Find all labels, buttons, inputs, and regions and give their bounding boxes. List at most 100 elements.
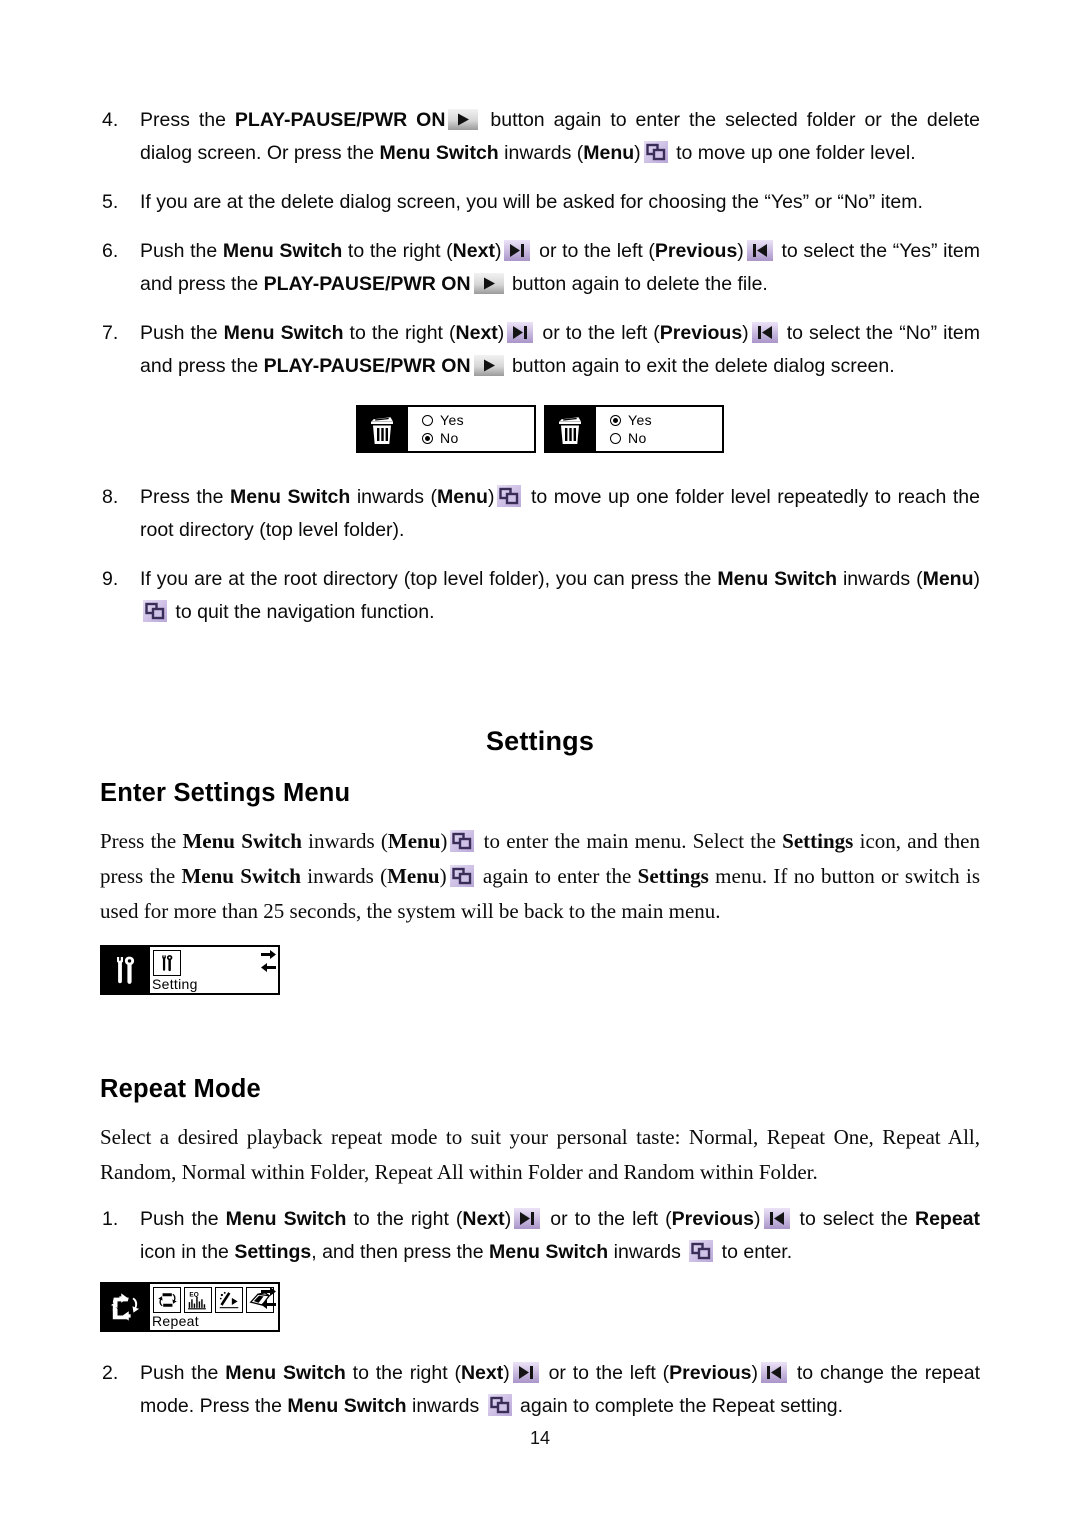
- body-text: If you are at the root directory (top le…: [140, 568, 718, 590]
- repeat-lcd-screen[interactable]: EQ Repeat: [100, 1282, 280, 1332]
- list-item-text: Push the Menu Switch to the right (Next)…: [140, 317, 980, 383]
- emphasised-text: PLAY-PAUSE/PWR ON: [263, 273, 471, 295]
- body-text: inwards (: [837, 568, 923, 590]
- emphasised-text: Menu: [437, 486, 488, 508]
- list-item-number: 8.: [102, 486, 119, 508]
- menu-switch-inwards-icon: [450, 830, 475, 852]
- option-yes[interactable]: Yes: [422, 412, 534, 429]
- settings-scroll-arrows: [261, 949, 276, 973]
- previous-skip-backward-icon: [751, 322, 778, 343]
- emphasised-text: Next: [460, 1362, 504, 1384]
- arrow-left-icon: [261, 1300, 276, 1309]
- emphasised-text: Menu Switch: [223, 322, 344, 344]
- body-text: inwards (: [498, 142, 584, 164]
- list-item-number: 4.: [102, 109, 119, 131]
- body-text: ): [503, 1362, 510, 1384]
- emphasised-text: Menu Switch: [181, 864, 301, 888]
- list-item-number: 1.: [102, 1208, 119, 1230]
- list-item-text: Push the Menu Switch to the right (Next)…: [140, 1203, 980, 1269]
- arrow-left-icon: [261, 963, 276, 972]
- menu-switch-inwards-icon: [643, 141, 668, 163]
- delete-dialog-yes-selected[interactable]: Yes No: [544, 405, 724, 453]
- page-title: Settings: [485, 726, 595, 756]
- emphasised-text: PLAY-PAUSE/PWR ON: [263, 355, 471, 377]
- body-text: Push the: [140, 322, 224, 344]
- tools-wrench-screwdriver-icon[interactable]: [153, 950, 181, 976]
- body-text: to the right (: [346, 1208, 463, 1230]
- equalizer-icon[interactable]: EQ: [184, 1287, 212, 1313]
- delete-dialog-options: Yes No: [596, 407, 722, 451]
- play-button-icon: [473, 273, 504, 294]
- emphasised-text: Menu Switch: [717, 568, 838, 590]
- radio-yes[interactable]: [610, 414, 621, 426]
- option-no-label: No: [440, 429, 459, 446]
- list-item: 1. Push the Menu Switch to the right (Nex…: [100, 1203, 980, 1269]
- body-text: to move up one folder level.: [670, 142, 916, 164]
- option-no[interactable]: No: [610, 430, 722, 447]
- delete-dialog-no-selected[interactable]: Yes No: [356, 405, 536, 453]
- emphasised-text: Settings: [782, 829, 854, 853]
- body-text: ): [737, 240, 744, 262]
- body-text: inwards: [406, 1395, 485, 1417]
- emphasised-text: Next: [455, 322, 498, 344]
- list-item: 7. Push the Menu Switch to the right (Nex…: [100, 317, 980, 383]
- previous-skip-backward-icon: [763, 1208, 790, 1229]
- menu-switch-inwards-icon: [487, 1394, 512, 1416]
- body-text: inwards (: [301, 829, 388, 853]
- settings-lcd-label: Setting: [152, 976, 198, 992]
- list-item-text: If you are at the root directory (top le…: [140, 563, 980, 629]
- emphasised-text: Menu Switch: [379, 142, 499, 164]
- body-text: Push the: [140, 1362, 226, 1384]
- radio-no[interactable]: [422, 432, 433, 444]
- emphasised-text: Next: [462, 1208, 505, 1230]
- body-text: If you are at the delete dialog screen, …: [140, 191, 923, 213]
- body-text: to the right (: [343, 322, 456, 344]
- settings-paragraph: Press the Menu Switch inwards (Menu) to …: [100, 824, 980, 929]
- emphasised-text: Menu: [583, 142, 635, 164]
- body-text: Press the: [140, 486, 231, 508]
- repeat-lcd-container: EQ Repeat: [100, 1282, 980, 1332]
- play-button-icon: [448, 109, 479, 130]
- settings-lcd-screen[interactable]: Setting: [100, 945, 280, 995]
- body-text: or to the left (: [543, 1208, 672, 1230]
- trash-can-icon: [546, 407, 596, 451]
- body-text: ): [439, 864, 447, 888]
- emphasised-text: Menu Switch: [225, 1208, 347, 1230]
- next-skip-forward-icon: [504, 240, 531, 261]
- repeat-mode-paragraph: Select a desired playback repeat mode to…: [100, 1125, 980, 1184]
- repeat-scroll-arrows: [261, 1286, 276, 1310]
- body-text: ): [440, 829, 448, 853]
- radio-no[interactable]: [610, 432, 621, 444]
- emphasised-text: Repeat: [914, 1208, 981, 1230]
- section-heading-repeat-mode: Repeat Mode: [100, 1075, 261, 1103]
- body-text: inwards (: [300, 864, 388, 888]
- repeat-arrows-icon[interactable]: [153, 1287, 181, 1313]
- emphasised-text: Menu Switch: [230, 486, 351, 508]
- body-text: ): [742, 322, 749, 344]
- menu-switch-inwards-icon: [449, 865, 474, 887]
- play-effect-icon[interactable]: [215, 1287, 243, 1313]
- emphasised-text: Menu Switch: [182, 829, 302, 853]
- emphasised-text: Settings: [637, 864, 709, 888]
- body-text: again to enter the: [476, 864, 638, 888]
- previous-skip-backward-icon: [761, 1362, 788, 1383]
- option-yes[interactable]: Yes: [610, 412, 722, 429]
- option-yes-label: Yes: [440, 411, 465, 428]
- menu-switch-inwards-icon: [143, 600, 167, 622]
- body-text: ): [494, 240, 502, 262]
- emphasised-text: Menu Switch: [489, 1241, 609, 1263]
- play-button-icon: [473, 355, 504, 376]
- body-text: button again to exit the delete dialog s…: [506, 355, 895, 377]
- list-item: 5. If you are at the delete dialog screen…: [100, 186, 980, 219]
- body-text: inwards: [608, 1241, 687, 1263]
- emphasised-text: Menu: [387, 829, 441, 853]
- list-item-text: If you are at the delete dialog screen, …: [140, 186, 980, 219]
- list-item: 6. Push the Menu Switch to the right (Nex…: [100, 235, 980, 301]
- body-text: Push the: [140, 1208, 226, 1230]
- trash-can-icon: [358, 407, 408, 451]
- option-no[interactable]: No: [422, 430, 534, 447]
- body-text: Push the: [140, 240, 223, 262]
- radio-yes[interactable]: [422, 414, 433, 426]
- emphasised-text: Previous: [671, 1208, 754, 1230]
- body-text: ): [751, 1362, 759, 1384]
